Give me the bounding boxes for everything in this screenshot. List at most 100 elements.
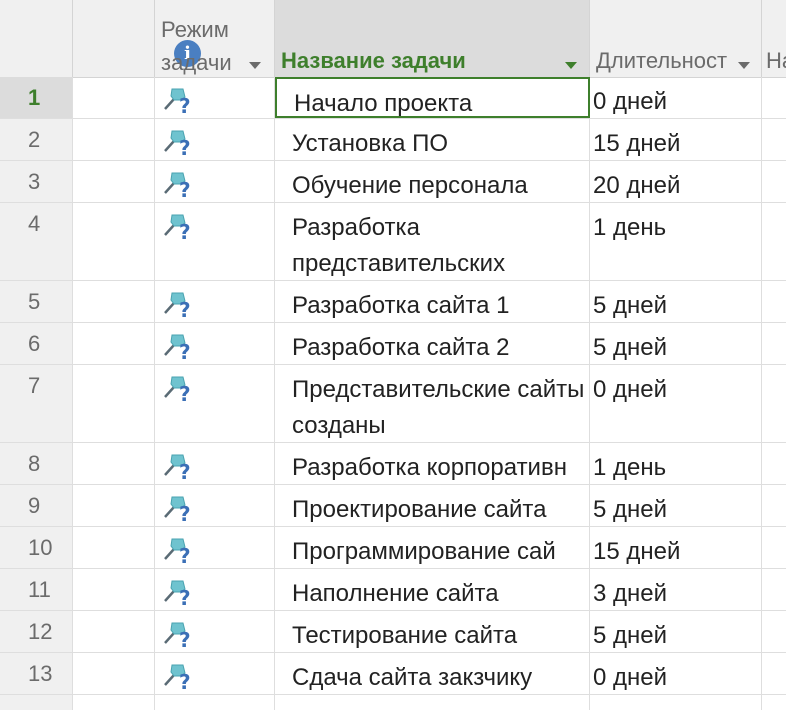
indicators-cell[interactable]	[73, 365, 155, 442]
task-name-cell[interactable]: Сдача сайта закзчику	[275, 653, 590, 694]
next-column-cell[interactable]	[762, 611, 786, 652]
row-id-cell[interactable]: 1	[0, 77, 73, 118]
row-id-cell[interactable]: 11	[0, 569, 73, 610]
next-column-cell[interactable]	[762, 569, 786, 610]
row-id-cell[interactable]: 3	[0, 161, 73, 202]
task-name-cell[interactable]: Тестирование сайта	[275, 611, 590, 652]
task-name-cell[interactable]: Установка ПО	[275, 119, 590, 160]
duration-cell[interactable]: 5 дней	[590, 323, 762, 364]
row-id-cell[interactable]: 7	[0, 365, 73, 442]
task-name-cell[interactable]: Начало проекта	[275, 77, 590, 118]
indicators-cell[interactable]	[73, 203, 155, 280]
next-column-cell[interactable]	[762, 485, 786, 526]
table-row[interactable]: 6? Разработка сайта 2 5 дней	[0, 323, 786, 365]
row-id-cell[interactable]: 10	[0, 527, 73, 568]
table-row[interactable]: 3? Обучение персонала 20 дней	[0, 161, 786, 203]
task-mode-cell[interactable]: ?	[155, 611, 275, 652]
row-id-cell[interactable]: 8	[0, 443, 73, 484]
duration-cell[interactable]: 5 дней	[590, 611, 762, 652]
task-mode-cell[interactable]	[155, 695, 275, 710]
table-row[interactable]: 7? Представительские сайты созданы 0 дней	[0, 365, 786, 443]
task-name-cell[interactable]: Представительские сайты созданы	[275, 365, 590, 442]
task-name-cell[interactable]: Наполнение сайта	[275, 569, 590, 610]
task-mode-cell[interactable]: ?	[155, 443, 275, 484]
next-column-cell[interactable]	[762, 323, 786, 364]
row-id-cell[interactable]: 2	[0, 119, 73, 160]
row-id-cell[interactable]: 12	[0, 611, 73, 652]
task-name-cell[interactable]: Разработка представительских	[275, 203, 590, 280]
next-column-cell[interactable]	[762, 695, 786, 710]
task-name-cell[interactable]: Обучение персонала	[275, 161, 590, 202]
task-name-cell[interactable]: Разработка корпоративн	[275, 443, 590, 484]
row-id-cell[interactable]: 9	[0, 485, 73, 526]
dropdown-arrow-icon[interactable]	[565, 62, 577, 69]
table-row[interactable]: 11? Наполнение сайта 3 дней	[0, 569, 786, 611]
next-column-cell[interactable]	[762, 119, 786, 160]
table-row[interactable]: 5? Разработка сайта 1 5 дней	[0, 281, 786, 323]
row-id-cell[interactable]: 13	[0, 653, 73, 694]
next-column-cell[interactable]	[762, 653, 786, 694]
task-mode-cell[interactable]: ?	[155, 365, 275, 442]
task-name-cell[interactable]: Проектирование сайта	[275, 485, 590, 526]
task-name-cell[interactable]	[275, 695, 590, 710]
duration-cell[interactable]: 20 дней	[590, 161, 762, 202]
task-name-cell[interactable]: Разработка сайта 2	[275, 323, 590, 364]
next-column-cell[interactable]	[762, 443, 786, 484]
task-mode-cell[interactable]: ?	[155, 281, 275, 322]
indicators-cell[interactable]	[73, 281, 155, 322]
indicators-cell[interactable]	[73, 119, 155, 160]
empty-row[interactable]	[0, 695, 786, 710]
task-name-cell[interactable]: Программирование сай	[275, 527, 590, 568]
indicators-cell[interactable]	[73, 569, 155, 610]
task-mode-cell[interactable]: ?	[155, 161, 275, 202]
next-column-cell[interactable]	[762, 527, 786, 568]
next-column-cell[interactable]	[762, 161, 786, 202]
indicators-cell[interactable]	[73, 527, 155, 568]
indicators-cell[interactable]	[73, 695, 155, 710]
task-mode-cell[interactable]: ?	[155, 203, 275, 280]
duration-cell[interactable]: 1 день	[590, 203, 762, 280]
next-column-cell[interactable]	[762, 77, 786, 118]
indicators-cell[interactable]	[73, 653, 155, 694]
dropdown-arrow-icon[interactable]	[249, 62, 261, 69]
row-id-cell[interactable]	[0, 695, 73, 710]
table-row[interactable]: 8? Разработка корпоративн 1 день	[0, 443, 786, 485]
table-row[interactable]: 4? Разработка представительских 1 день	[0, 203, 786, 281]
column-header-task-mode[interactable]: Режим задачи	[155, 0, 275, 77]
task-mode-cell[interactable]: ?	[155, 485, 275, 526]
column-header-next[interactable]: На	[762, 0, 786, 77]
duration-cell[interactable]	[590, 695, 762, 710]
next-column-cell[interactable]	[762, 203, 786, 280]
task-mode-cell[interactable]: ?	[155, 527, 275, 568]
indicators-cell[interactable]	[73, 443, 155, 484]
duration-cell[interactable]: 0 дней	[590, 365, 762, 442]
task-mode-cell[interactable]: ?	[155, 569, 275, 610]
duration-cell[interactable]: 15 дней	[590, 527, 762, 568]
next-column-cell[interactable]	[762, 365, 786, 442]
task-name-cell[interactable]: Разработка сайта 1	[275, 281, 590, 322]
duration-cell[interactable]: 0 дней	[590, 77, 762, 118]
task-mode-cell[interactable]: ?	[155, 323, 275, 364]
duration-cell[interactable]: 5 дней	[590, 485, 762, 526]
indicators-cell[interactable]	[73, 611, 155, 652]
table-row[interactable]: 2? Установка ПО 15 дней	[0, 119, 786, 161]
task-mode-cell[interactable]: ?	[155, 119, 275, 160]
dropdown-arrow-icon[interactable]	[738, 62, 750, 69]
duration-cell[interactable]: 15 дней	[590, 119, 762, 160]
select-all-corner[interactable]	[0, 0, 73, 77]
table-row[interactable]: 10? Программирование сай 15 дней	[0, 527, 786, 569]
duration-cell[interactable]: 0 дней	[590, 653, 762, 694]
indicators-cell[interactable]	[73, 485, 155, 526]
row-id-cell[interactable]: 4	[0, 203, 73, 280]
duration-cell[interactable]: 3 дней	[590, 569, 762, 610]
row-id-cell[interactable]: 6	[0, 323, 73, 364]
next-column-cell[interactable]	[762, 281, 786, 322]
task-mode-cell[interactable]: ?	[155, 77, 275, 118]
indicators-cell[interactable]	[73, 323, 155, 364]
table-row[interactable]: 1? Начало проекта 0 дней	[0, 77, 786, 119]
task-mode-cell[interactable]: ?	[155, 653, 275, 694]
table-row[interactable]: 13? Сдача сайта закзчику 0 дней	[0, 653, 786, 695]
table-row[interactable]: 9? Проектирование сайта 5 дней	[0, 485, 786, 527]
column-header-task-name[interactable]: Название задачи	[275, 0, 590, 77]
row-id-cell[interactable]: 5	[0, 281, 73, 322]
